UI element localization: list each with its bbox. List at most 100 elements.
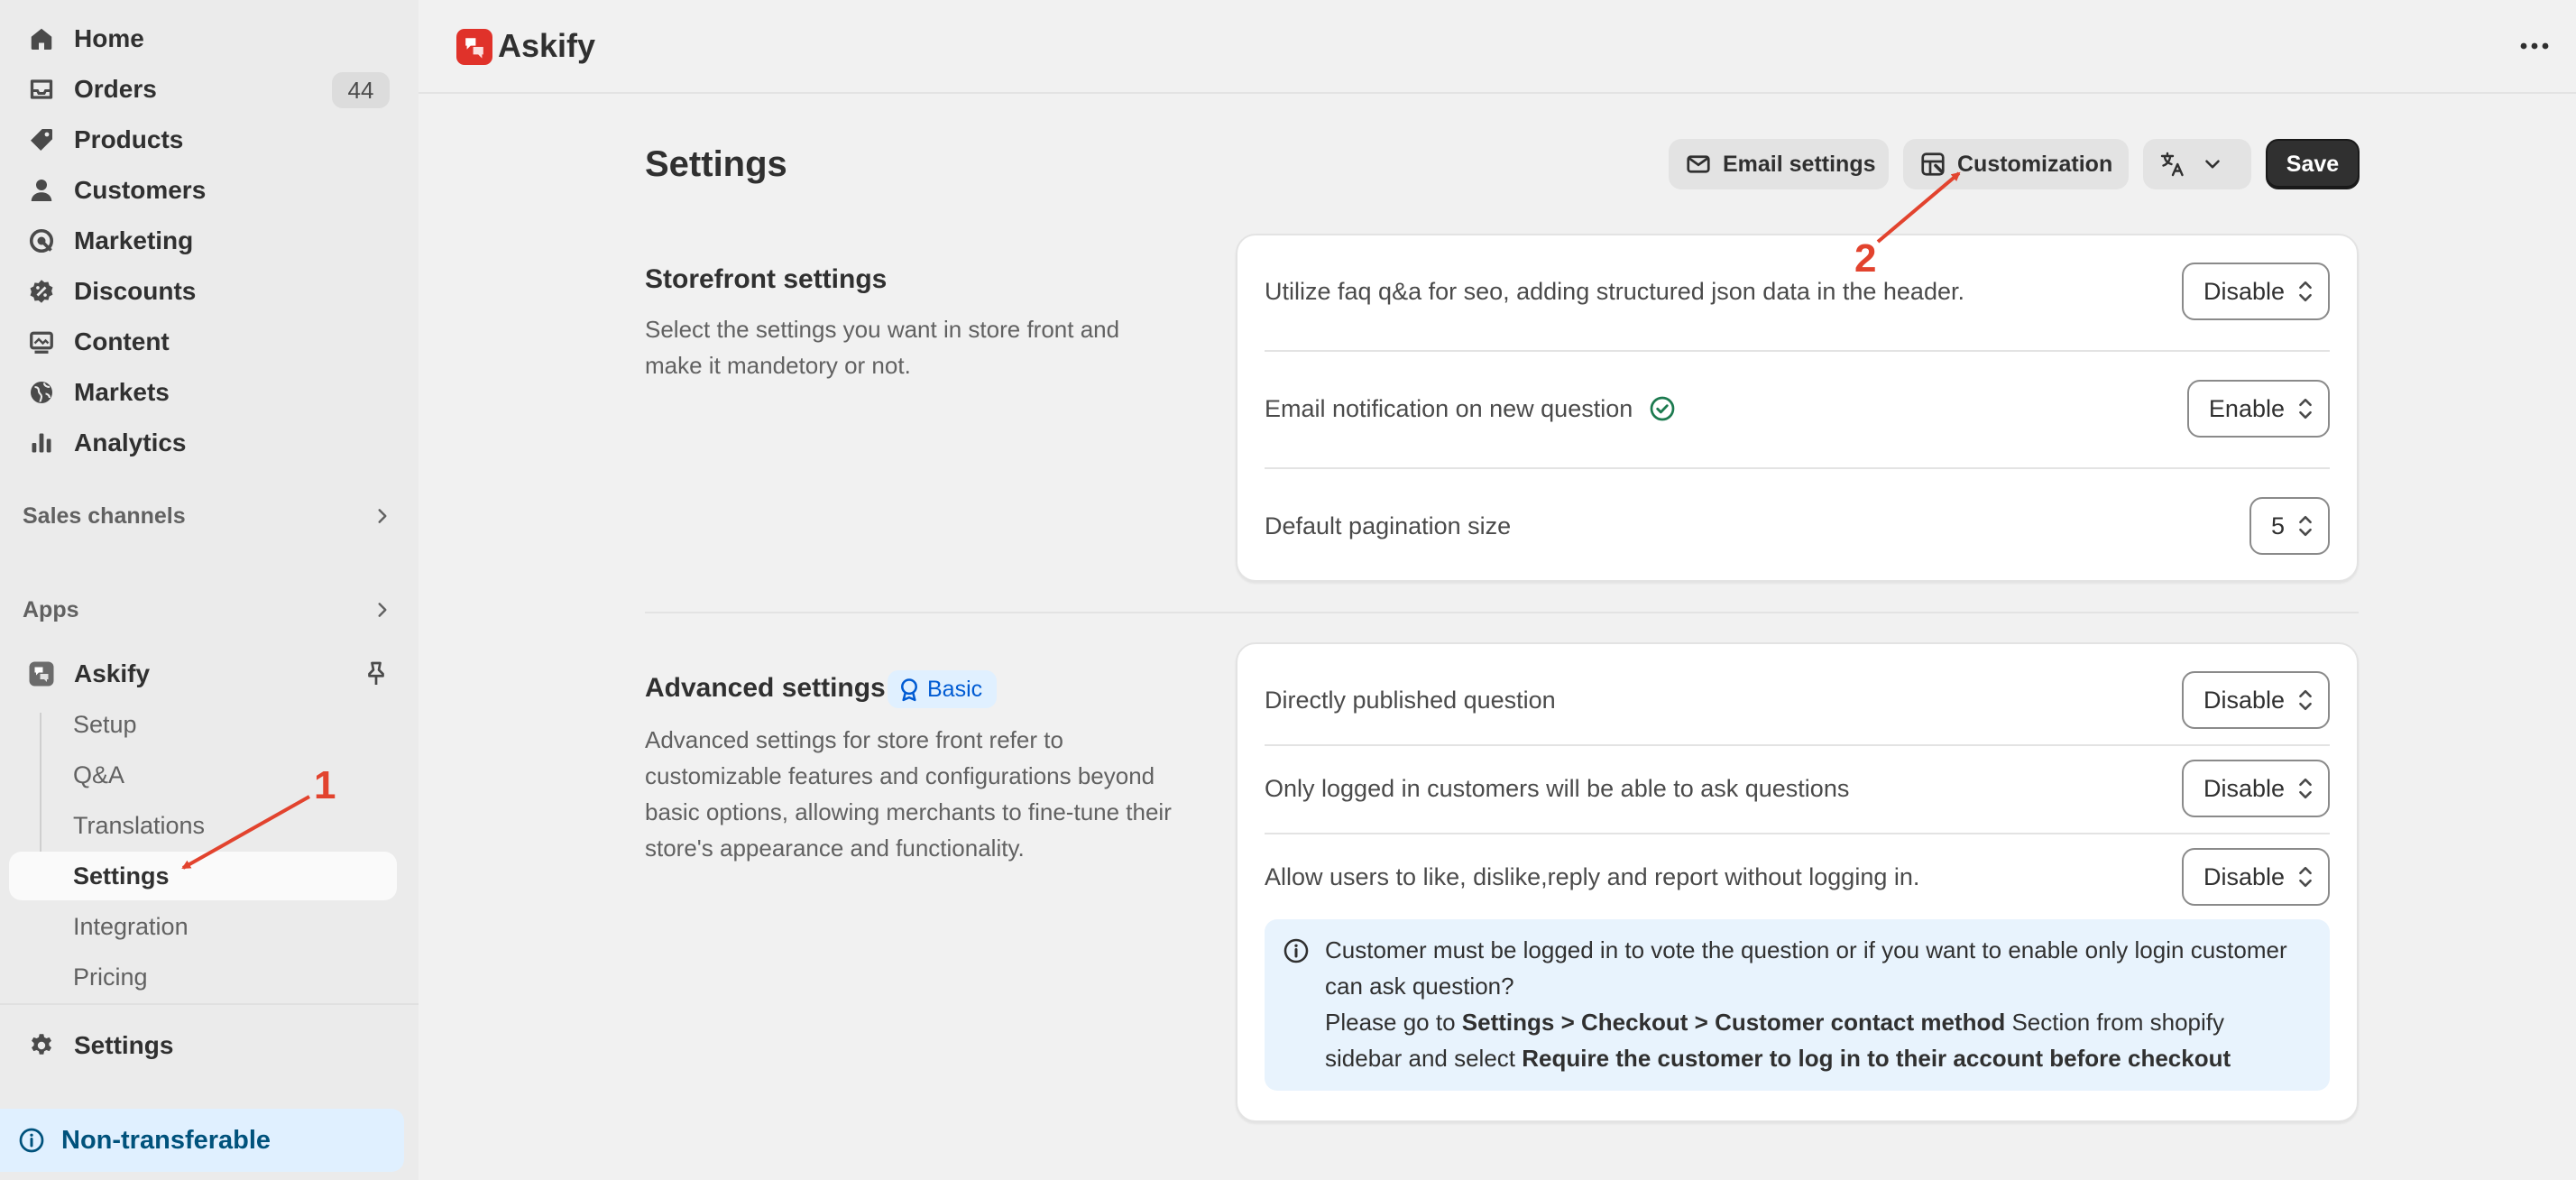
select-chevron-icon <box>2297 279 2314 304</box>
sidebar-subitem-label: Pricing <box>73 963 148 991</box>
paint-palette-icon <box>1919 151 1946 178</box>
sidebar-item-askify[interactable]: Askify <box>9 650 397 698</box>
award-ribbon-icon <box>897 677 922 702</box>
sidebar-item-products[interactable]: Products <box>9 115 397 164</box>
setting-row-anonymous-actions: Allow users to like, dislike,reply and r… <box>1265 847 2330 907</box>
sidebar-divider <box>0 1003 419 1005</box>
storefront-settings-title: Storefront settings <box>645 264 888 294</box>
sidebar-item-label: Discounts <box>74 277 197 305</box>
inbox-icon <box>25 73 58 106</box>
sidebar-subitem-integration[interactable]: Integration <box>9 902 397 951</box>
sidebar-subitem-label: Q&A <box>73 761 125 788</box>
translate-icon <box>2159 151 2186 178</box>
info-required-option: Require the customer to log in to their … <box>1522 1045 2231 1072</box>
setting-label-text: Email notification on new question <box>1265 394 1633 422</box>
sidebar: Home Orders 44 Products Customers Market… <box>0 0 419 1180</box>
sidebar-subitem-label: Translations <box>73 811 206 839</box>
select-value: Disable <box>2203 862 2285 890</box>
plan-badge-label: Basic <box>927 676 983 702</box>
non-transferable-banner[interactable]: Non-transferable <box>0 1109 404 1172</box>
apps-header[interactable]: Apps <box>23 592 392 628</box>
sidebar-subitem-label: Settings <box>73 862 170 890</box>
annotation-step-2: 2 <box>1854 236 1877 281</box>
setting-row-direct-publish: Directly published question Disable <box>1265 670 2330 730</box>
select-chevron-icon <box>2297 396 2314 421</box>
chevron-down-icon <box>2201 152 2224 176</box>
sidebar-item-settings[interactable]: Settings <box>9 1021 397 1070</box>
plan-badge: Basic <box>888 670 998 708</box>
sidebar-item-customers[interactable]: Customers <box>9 166 397 215</box>
sidebar-item-content[interactable]: Content <box>9 318 397 366</box>
direct-publish-select[interactable]: Disable <box>2181 671 2330 729</box>
sidebar-item-marketing[interactable]: Marketing <box>9 217 397 265</box>
section-divider <box>645 612 2359 613</box>
logged-in-only-select[interactable]: Disable <box>2181 760 2330 817</box>
sidebar-item-markets[interactable]: Markets <box>9 368 397 417</box>
advanced-settings-card: Directly published question Disable Only… <box>1236 642 2359 1122</box>
setting-label: Only logged in customers will be able to… <box>1265 774 1850 802</box>
select-chevron-icon <box>2297 687 2314 713</box>
save-button[interactable]: Save <box>2266 139 2360 189</box>
sidebar-subitem-label: Setup <box>73 710 137 738</box>
select-value: 5 <box>2270 512 2285 539</box>
select-chevron-icon <box>2297 864 2314 890</box>
tag-icon <box>25 124 58 156</box>
sidebar-item-label: Markets <box>74 378 170 406</box>
sidebar-item-label: Analytics <box>74 429 187 456</box>
sidebar-item-label: Home <box>74 24 144 52</box>
chevron-right-icon <box>373 600 392 620</box>
sidebar-item-label: Askify <box>74 659 151 687</box>
page-title: Settings <box>645 144 787 184</box>
sidebar-item-discounts[interactable]: Discounts <box>9 267 397 316</box>
check-circle-icon <box>1649 395 1676 422</box>
info-icon <box>18 1127 45 1154</box>
sidebar-subitem-pricing[interactable]: Pricing <box>9 953 397 1001</box>
language-dropdown-button[interactable] <box>2143 139 2251 189</box>
discount-icon <box>25 275 58 308</box>
sidebar-item-label: Customers <box>74 176 207 204</box>
sidebar-item-label: Settings <box>74 1031 174 1059</box>
sidebar-subitem-label: Integration <box>73 912 189 940</box>
setting-label: Utilize faq q&a for seo, adding structur… <box>1265 277 1964 305</box>
sidebar-subitem-setup[interactable]: Setup <box>9 700 397 749</box>
sales-channels-header[interactable]: Sales channels <box>23 498 392 534</box>
customization-button[interactable]: Customization <box>1903 139 2129 189</box>
setting-row-faq-seo: Utilize faq q&a for seo, adding structur… <box>1265 262 2330 321</box>
home-icon <box>25 23 58 55</box>
email-settings-button[interactable]: Email settings <box>1669 139 1889 189</box>
sidebar-subitem-translations[interactable]: Translations <box>9 801 397 850</box>
setting-row-pagination: Default pagination size 5 <box>1265 496 2330 556</box>
sidebar-subitem-settings[interactable]: Settings <box>9 852 397 900</box>
select-value: Enable <box>2208 394 2285 422</box>
sidebar-item-orders[interactable]: Orders 44 <box>9 65 397 114</box>
content-icon <box>25 326 58 358</box>
pagination-size-select[interactable]: 5 <box>2249 497 2330 555</box>
sidebar-item-home[interactable]: Home <box>9 14 397 63</box>
row-divider <box>1265 744 2330 746</box>
person-icon <box>25 174 58 207</box>
info-icon <box>1283 937 1310 964</box>
anonymous-actions-select[interactable]: Disable <box>2181 848 2330 906</box>
faq-seo-select[interactable]: Disable <box>2181 263 2330 320</box>
orders-count-badge: 44 <box>332 72 390 108</box>
chevron-right-icon <box>373 506 392 526</box>
row-divider <box>1265 467 2330 469</box>
email-settings-label: Email settings <box>1723 151 1876 177</box>
sidebar-item-analytics[interactable]: Analytics <box>9 419 397 467</box>
sidebar-item-label: Content <box>74 327 170 355</box>
email-notification-select[interactable]: Enable <box>2186 380 2330 438</box>
info-line-1: Customer must be logged in to vote the q… <box>1325 936 2287 1000</box>
advanced-settings-title: Advanced settings <box>645 673 886 703</box>
globe-icon <box>25 376 58 409</box>
envelope-icon <box>1685 151 1712 178</box>
askify-app-icon <box>25 658 58 690</box>
sidebar-item-label: Orders <box>74 75 157 103</box>
app-title: Askify <box>498 27 596 64</box>
setting-label: Directly published question <box>1265 686 1556 714</box>
sidebar-item-label: Marketing <box>74 226 194 254</box>
info-prefix: Please go to <box>1325 1009 1462 1036</box>
more-horizontal-icon[interactable] <box>2513 32 2556 60</box>
sidebar-subitem-qa[interactable]: Q&A <box>9 751 397 799</box>
pin-icon[interactable] <box>363 660 390 687</box>
sidebar-item-label: Products <box>74 125 184 153</box>
